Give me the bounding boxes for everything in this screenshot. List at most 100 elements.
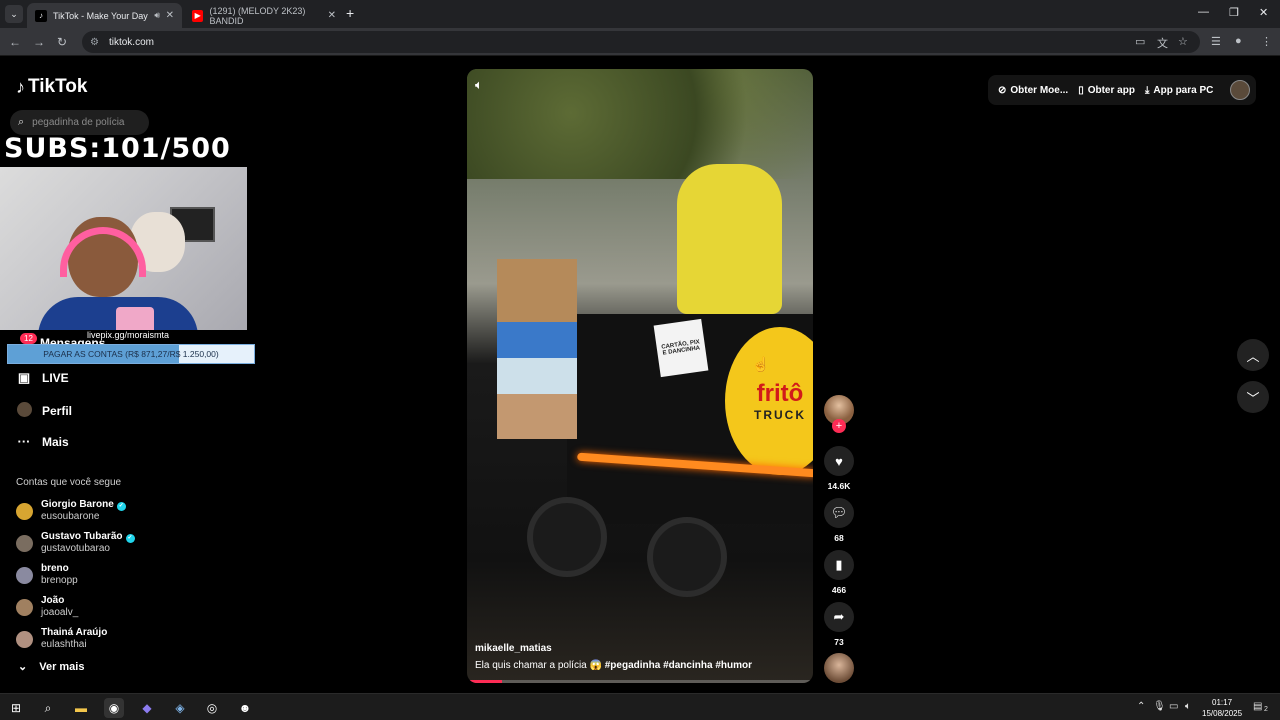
share-button[interactable]: ➦ 73	[822, 602, 856, 647]
video-progress-fill	[467, 680, 502, 683]
volume-icon[interactable]: 🔈︎	[475, 77, 483, 93]
new-tab-button[interactable]: +	[346, 5, 354, 21]
notifications-count: 2	[1264, 706, 1268, 713]
windows-start-icon[interactable]: ⊞	[6, 698, 26, 718]
see-more-button[interactable]: ⌄ Ver mais	[18, 660, 85, 674]
comment-icon: 💬︎	[824, 498, 854, 528]
truck-logo-text: fritô	[756, 380, 804, 407]
clock-date: 15/08/2025	[1202, 709, 1243, 718]
next-video-button[interactable]: ﹀	[1237, 381, 1269, 413]
file-explorer-icon[interactable]: ▬	[71, 698, 91, 718]
notifications-icon[interactable]: ▤	[1253, 701, 1262, 712]
reading-list-icon[interactable]: ☰	[1211, 35, 1221, 48]
caption-text: Ela quis chamar a polícia 😱	[475, 660, 602, 671]
steam-icon[interactable]: ◈	[170, 698, 190, 718]
account-name: breno	[41, 563, 69, 574]
close-tab-icon[interactable]: ✕	[166, 10, 174, 21]
following-item-joao[interactable]: João joaoalv_	[16, 595, 78, 619]
chevron-down-icon: ﹀	[1246, 390, 1260, 406]
get-coins-button[interactable]: ⊘ Obter Moe...	[998, 85, 1068, 96]
previous-video-button[interactable]: ︿	[1237, 339, 1269, 371]
account-handle: gustavotubarao	[41, 543, 110, 554]
pc-app-button[interactable]: ⤓ App para PC	[1145, 85, 1213, 96]
creator-avatar-button[interactable]: +	[822, 395, 856, 433]
profile-avatar-icon[interactable]: ●	[1235, 35, 1242, 47]
like-button[interactable]: ♥ 14.6K	[822, 446, 856, 491]
share-icon: ➦	[824, 602, 854, 632]
pc-app-label: App para PC	[1153, 84, 1214, 96]
minimize-icon[interactable]: —	[1198, 6, 1209, 18]
speaker-icon[interactable]: 🔈︎	[1185, 701, 1191, 712]
avatar	[16, 502, 33, 520]
tray-chevron-icon[interactable]: ⌃	[1137, 701, 1145, 712]
following-item-breno[interactable]: breno brenopp	[16, 563, 78, 587]
back-icon[interactable]: ←	[9, 35, 21, 49]
menu-dots-icon[interactable]: ⋮	[1261, 35, 1272, 48]
obs-icon[interactable]: ◎	[202, 698, 222, 718]
save-count: 466	[831, 585, 847, 595]
microphone-icon[interactable]: 🎙︎	[1153, 701, 1166, 712]
truck-logo-sub: TRUCK	[754, 408, 806, 422]
save-button[interactable]: ▮ 466	[822, 550, 856, 595]
see-more-label: Ver mais	[39, 660, 85, 673]
audio-playing-icon[interactable]: 🔊︎	[154, 10, 160, 21]
nav-label: LIVE	[42, 371, 69, 385]
following-item-giorgio[interactable]: Giorgio Barone ✓ eusoubarone	[16, 499, 126, 523]
comment-count: 68	[834, 533, 844, 543]
nav-live[interactable]: ▣ LIVE	[16, 370, 69, 386]
mouse-cursor-icon: ☝	[752, 356, 770, 372]
following-item-gustavo[interactable]: Gustavo Tubarão ✓ gustavotubarao	[16, 531, 135, 555]
reload-icon[interactable]: ↻	[57, 35, 67, 49]
nav-more[interactable]: ··· Mais	[16, 434, 69, 449]
site-info-icon[interactable]: ⚙	[90, 37, 99, 48]
avatar	[16, 534, 33, 552]
tiktok-favicon-icon: ♪	[35, 9, 47, 22]
following-item-thaina[interactable]: Thainá Araújo eulashthai	[16, 627, 107, 651]
translate-icon[interactable]: 文	[1157, 35, 1168, 51]
livepix-overlay: livepix.gg/moraismta	[87, 330, 170, 340]
search-icon: ⌕	[18, 116, 25, 128]
account-name: João	[41, 595, 65, 606]
verified-icon: ✓	[125, 534, 135, 543]
share-count: 73	[834, 637, 844, 647]
logo-text: TikTok	[28, 76, 88, 97]
forward-icon[interactable]: →	[33, 35, 45, 49]
address-bar[interactable]: ⚙ tiktok.com	[82, 31, 1200, 53]
clock-time: 01:17	[1212, 698, 1233, 707]
tab-title: (1291) (MELODY 2K23) BANDID	[209, 5, 306, 26]
account-handle: eusoubarone	[41, 511, 100, 522]
restore-icon[interactable]: ❐	[1229, 6, 1239, 19]
chrome-icon[interactable]: ◉	[104, 698, 124, 718]
system-clock[interactable]: 01:17 15/08/2025	[1202, 697, 1242, 719]
tiktok-logo[interactable]: ♪ TikTok	[16, 76, 87, 98]
caption-hashtags[interactable]: #pegadinha #dancinha #humor	[605, 660, 752, 671]
video-author[interactable]: mikaelle_matias	[475, 643, 552, 654]
close-window-icon[interactable]: ✕	[1259, 6, 1268, 19]
bookmark-star-icon[interactable]: ☆	[1178, 35, 1188, 48]
tab-search-button[interactable]: ⌄	[5, 5, 23, 23]
user-avatar[interactable]	[1230, 80, 1250, 100]
video-scene-trees	[467, 69, 813, 179]
subs-counter-overlay: SUBS:101/500	[4, 133, 231, 164]
network-icon[interactable]: ▭	[1169, 701, 1178, 712]
tab-youtube[interactable]: ▶ (1291) (MELODY 2K23) BANDID ✕	[184, 3, 344, 28]
tab-tiktok[interactable]: ♪ TikTok - Make Your Day 🔊︎ ✕	[27, 3, 182, 28]
music-disc-avatar[interactable]	[824, 653, 854, 683]
video-progress-bar[interactable]	[467, 680, 813, 683]
donation-goal-bar: PAGAR AS CONTAS (R$ 871,27/R$ 1.250,00)	[7, 344, 255, 364]
nav-profile[interactable]: Perfil	[16, 402, 72, 420]
search-input[interactable]: ⌕ pegadinha de polícia	[10, 110, 149, 135]
comment-button[interactable]: 💬︎ 68	[822, 498, 856, 543]
cast-icon[interactable]: ▭	[1135, 35, 1145, 48]
following-title: Contas que você segue	[16, 477, 122, 488]
nav-label: Perfil	[42, 404, 73, 418]
follow-plus-icon[interactable]: +	[832, 419, 846, 433]
app-icon[interactable]: ◆	[137, 698, 157, 718]
close-tab-icon[interactable]: ✕	[328, 10, 336, 21]
get-app-button[interactable]: ▯ Obter app	[1078, 85, 1135, 96]
video-scene-woman	[497, 259, 577, 439]
discord-icon[interactable]: ☻	[235, 698, 255, 718]
search-icon[interactable]: ⌕	[38, 698, 58, 718]
video-player[interactable]: CARTÃO, PIX E DANCINHA fritô TRUCK 🔈︎ ☝ …	[467, 69, 813, 683]
messages-badge: 12	[20, 333, 37, 344]
